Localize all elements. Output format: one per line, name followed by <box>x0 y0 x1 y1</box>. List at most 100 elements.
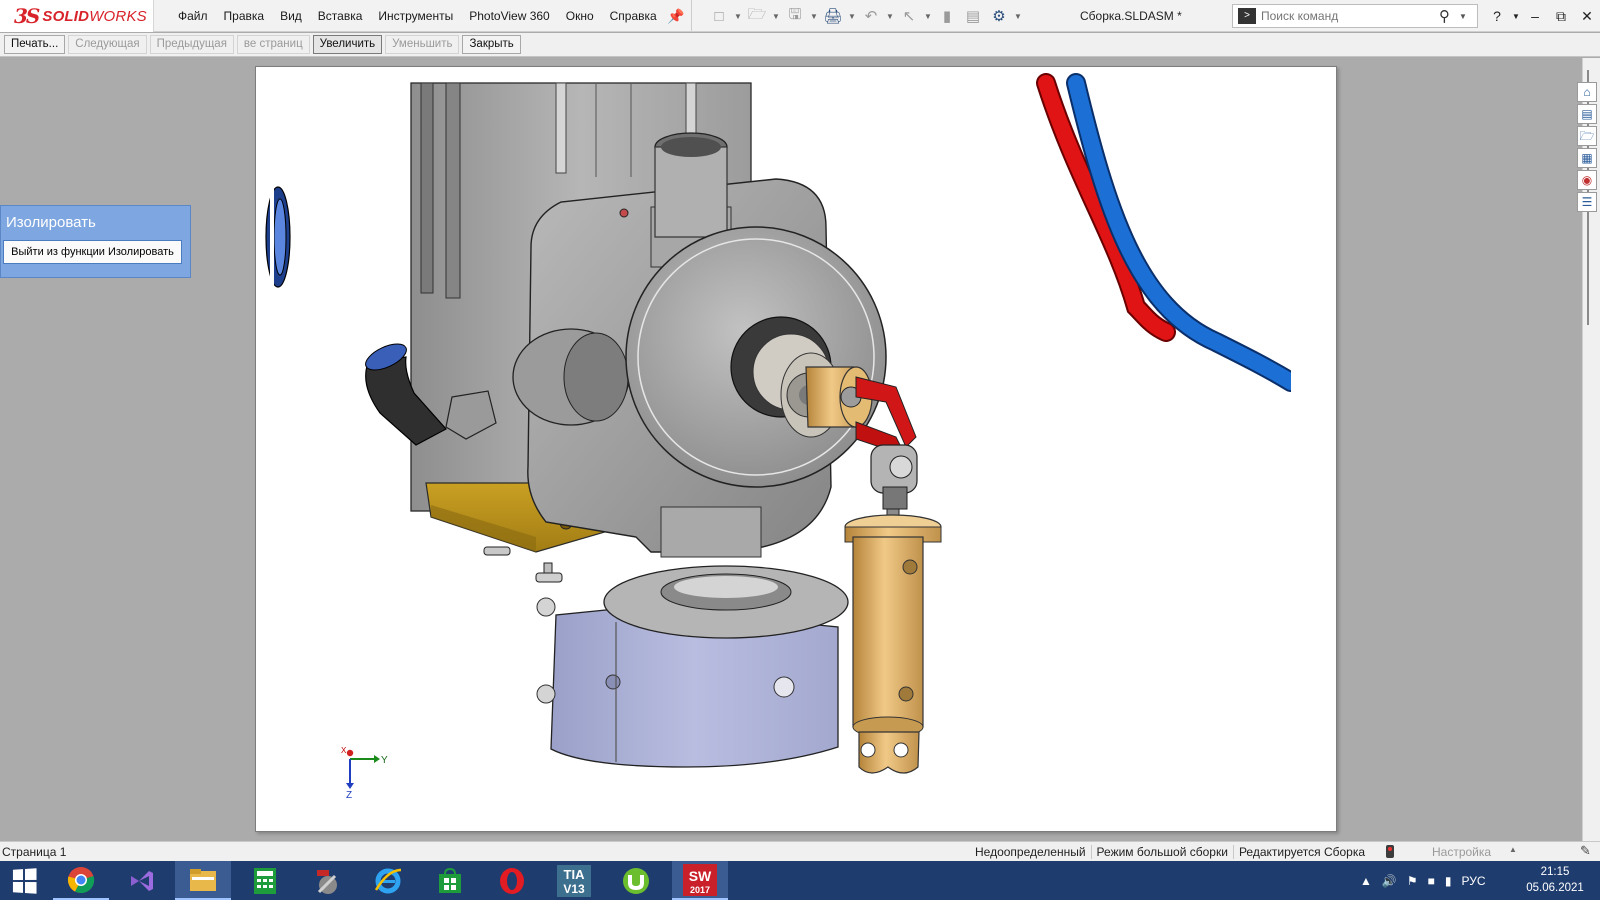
pin-menu-icon[interactable]: 📌 <box>667 8 684 24</box>
title-bar: 3S SOLIDWORKS Файл Правка Вид Вставка Ин… <box>0 0 1600 32</box>
coordinate-triad: X Y Z <box>341 746 388 801</box>
windows-taskbar: TIA V13 SW 2017 ▲ 🔊 ⚑ ■ ▮ РУС 21:15 05.0… <box>0 861 1600 900</box>
solidworks-logo[interactable]: 3S SOLIDWORKS <box>0 0 154 32</box>
options-icon[interactable]: ⚙ <box>988 5 1010 27</box>
search-input[interactable] <box>1261 9 1439 23</box>
svg-text:V13: V13 <box>563 882 585 896</box>
exit-isolate-button[interactable]: Выйти из функции Изолировать <box>3 240 182 264</box>
visual-studio-icon <box>131 870 153 891</box>
taskbar-file-explorer[interactable] <box>175 861 231 900</box>
folder-icon <box>190 868 216 891</box>
chrome-icon <box>67 866 95 893</box>
triad-x-label: X <box>341 746 347 755</box>
ds-logo-mark: 3S <box>14 4 40 28</box>
print-preview-toolbar: Печать... Следующая Предыдущая ве страни… <box>0 33 1600 57</box>
clamp-collar <box>536 565 849 768</box>
command-prompt-icon: > <box>1238 8 1256 24</box>
taskbar-chrome[interactable] <box>53 861 109 900</box>
print-preview-page: X Y Z <box>255 66 1337 832</box>
pneumatic-cylinder <box>844 514 942 774</box>
status-bar: Страница 1 Недоопределенный Режим большо… <box>0 841 1600 861</box>
save-dropdown-icon[interactable]: ▼ <box>810 5 818 27</box>
clock-time: 21:15 <box>1540 866 1570 878</box>
status-editing: Редактируется Сборка <box>1238 845 1366 859</box>
undo-dropdown-icon[interactable]: ▼ <box>886 5 894 27</box>
taskbar-sc-tool[interactable] <box>298 861 354 900</box>
search-icon[interactable]: ⚲ <box>1439 7 1459 25</box>
rebuild-indicator-icon[interactable] <box>1386 845 1394 858</box>
tray-chevron-icon[interactable]: ▲ <box>1360 874 1372 888</box>
internet-explorer-icon <box>374 868 402 893</box>
store-icon <box>439 867 461 893</box>
two-pages-button[interactable]: ве страниц <box>236 35 310 54</box>
save-icon[interactable]: 🖫 <box>784 5 806 27</box>
tia-portal-icon: TIA V13 <box>557 864 591 897</box>
print-button[interactable]: Печать... <box>4 35 66 54</box>
opera-icon <box>500 867 524 894</box>
appearances-icon[interactable]: ◉ <box>1577 170 1597 190</box>
open-dropdown-icon[interactable]: ▼ <box>772 5 780 27</box>
view-palette-icon[interactable]: ▦ <box>1577 148 1597 168</box>
menu-edit[interactable]: Правка <box>216 9 273 23</box>
print-icon[interactable]: 🖨 <box>822 5 844 27</box>
zoom-in-button[interactable]: Увеличить <box>312 35 383 54</box>
taskbar-opera[interactable] <box>484 861 540 900</box>
signal-icon[interactable]: ▮ <box>1445 874 1452 888</box>
quick-access-toolbar: □ ▼ 🗁 ▼ 🖫 ▼ 🖨 ▼ ↶ ▼ ↖ ▼ ▮ ▤ ⚙ ▼ <box>708 4 1022 28</box>
restore-icon[interactable]: ⧉ <box>1548 8 1574 25</box>
command-search[interactable]: > ⚲ ▼ <box>1232 4 1478 28</box>
taskbar-calculator[interactable] <box>237 861 293 900</box>
print-dropdown-icon[interactable]: ▼ <box>848 5 856 27</box>
svg-text:2017: 2017 <box>690 885 710 895</box>
customize-caret-icon[interactable]: ▲ <box>1509 845 1517 854</box>
taskbar-store[interactable] <box>422 861 478 900</box>
next-page-button[interactable]: Следующая <box>68 35 147 54</box>
design-library-icon[interactable]: ▤ <box>1577 104 1597 124</box>
volume-icon[interactable]: 🔊 <box>1382 874 1397 888</box>
rebuild-icon[interactable]: ▮ <box>936 5 958 27</box>
quick-tips-icon[interactable]: ✎ <box>1580 843 1591 859</box>
custom-properties-icon[interactable]: ☰ <box>1577 192 1597 212</box>
solidworks-resources-icon[interactable]: ⌂ <box>1577 82 1597 102</box>
network-icon[interactable]: ■ <box>1428 874 1435 888</box>
select-icon[interactable]: ↖ <box>898 5 920 27</box>
menu-help[interactable]: Справка <box>602 9 665 23</box>
action-center-flag-icon[interactable]: ⚑ <box>1407 874 1418 888</box>
options-dropdown-icon[interactable]: ▼ <box>1014 5 1022 27</box>
taskbar-visual-studio[interactable] <box>113 861 169 900</box>
menu-photoview[interactable]: PhotoView 360 <box>461 9 558 23</box>
menu-tools[interactable]: Инструменты <box>370 9 461 23</box>
triad-y-label: Y <box>381 755 388 766</box>
menu-window[interactable]: Окно <box>558 9 602 23</box>
new-document-icon[interactable]: □ <box>708 5 730 27</box>
file-properties-icon[interactable]: ▤ <box>962 5 984 27</box>
menu-file[interactable]: Файл <box>170 9 216 23</box>
taskbar-clock[interactable]: 21:15 05.06.2021 <box>1520 864 1590 896</box>
menu-insert[interactable]: Вставка <box>310 9 371 23</box>
taskbar-tia-portal[interactable]: TIA V13 <box>546 861 602 900</box>
search-dropdown-icon[interactable]: ▼ <box>1459 12 1469 21</box>
select-dropdown-icon[interactable]: ▼ <box>924 5 932 27</box>
solidworks-wordmark: SOLIDWORKS <box>42 7 147 25</box>
assembly-model-view[interactable]: X Y Z <box>256 67 1338 833</box>
minimize-icon[interactable]: – <box>1522 8 1548 24</box>
status-customize[interactable]: Настройка <box>1432 845 1491 859</box>
new-dropdown-icon[interactable]: ▼ <box>734 5 742 27</box>
taskbar-internet-explorer[interactable] <box>360 861 416 900</box>
taskbar-solidworks[interactable]: SW 2017 <box>672 861 728 900</box>
file-explorer-icon[interactable]: 🗁 <box>1577 126 1597 146</box>
previous-page-button[interactable]: Предыдущая <box>149 35 234 54</box>
undo-icon[interactable]: ↶ <box>860 5 882 27</box>
open-icon[interactable]: 🗁 <box>746 5 768 27</box>
help-icon[interactable]: ? <box>1484 8 1510 24</box>
air-hoses <box>1036 73 1305 397</box>
close-preview-button[interactable]: Закрыть <box>462 35 521 54</box>
language-indicator[interactable]: РУС <box>1461 874 1485 888</box>
close-icon[interactable]: ✕ <box>1574 8 1600 25</box>
menu-view[interactable]: Вид <box>272 9 310 23</box>
start-button[interactable] <box>0 861 48 900</box>
taskbar-utorrent[interactable] <box>608 861 664 900</box>
zoom-out-button[interactable]: Уменьшить <box>385 35 460 54</box>
status-definition: Недоопределенный <box>970 845 1092 859</box>
help-dropdown-icon[interactable]: ▼ <box>1510 12 1522 21</box>
